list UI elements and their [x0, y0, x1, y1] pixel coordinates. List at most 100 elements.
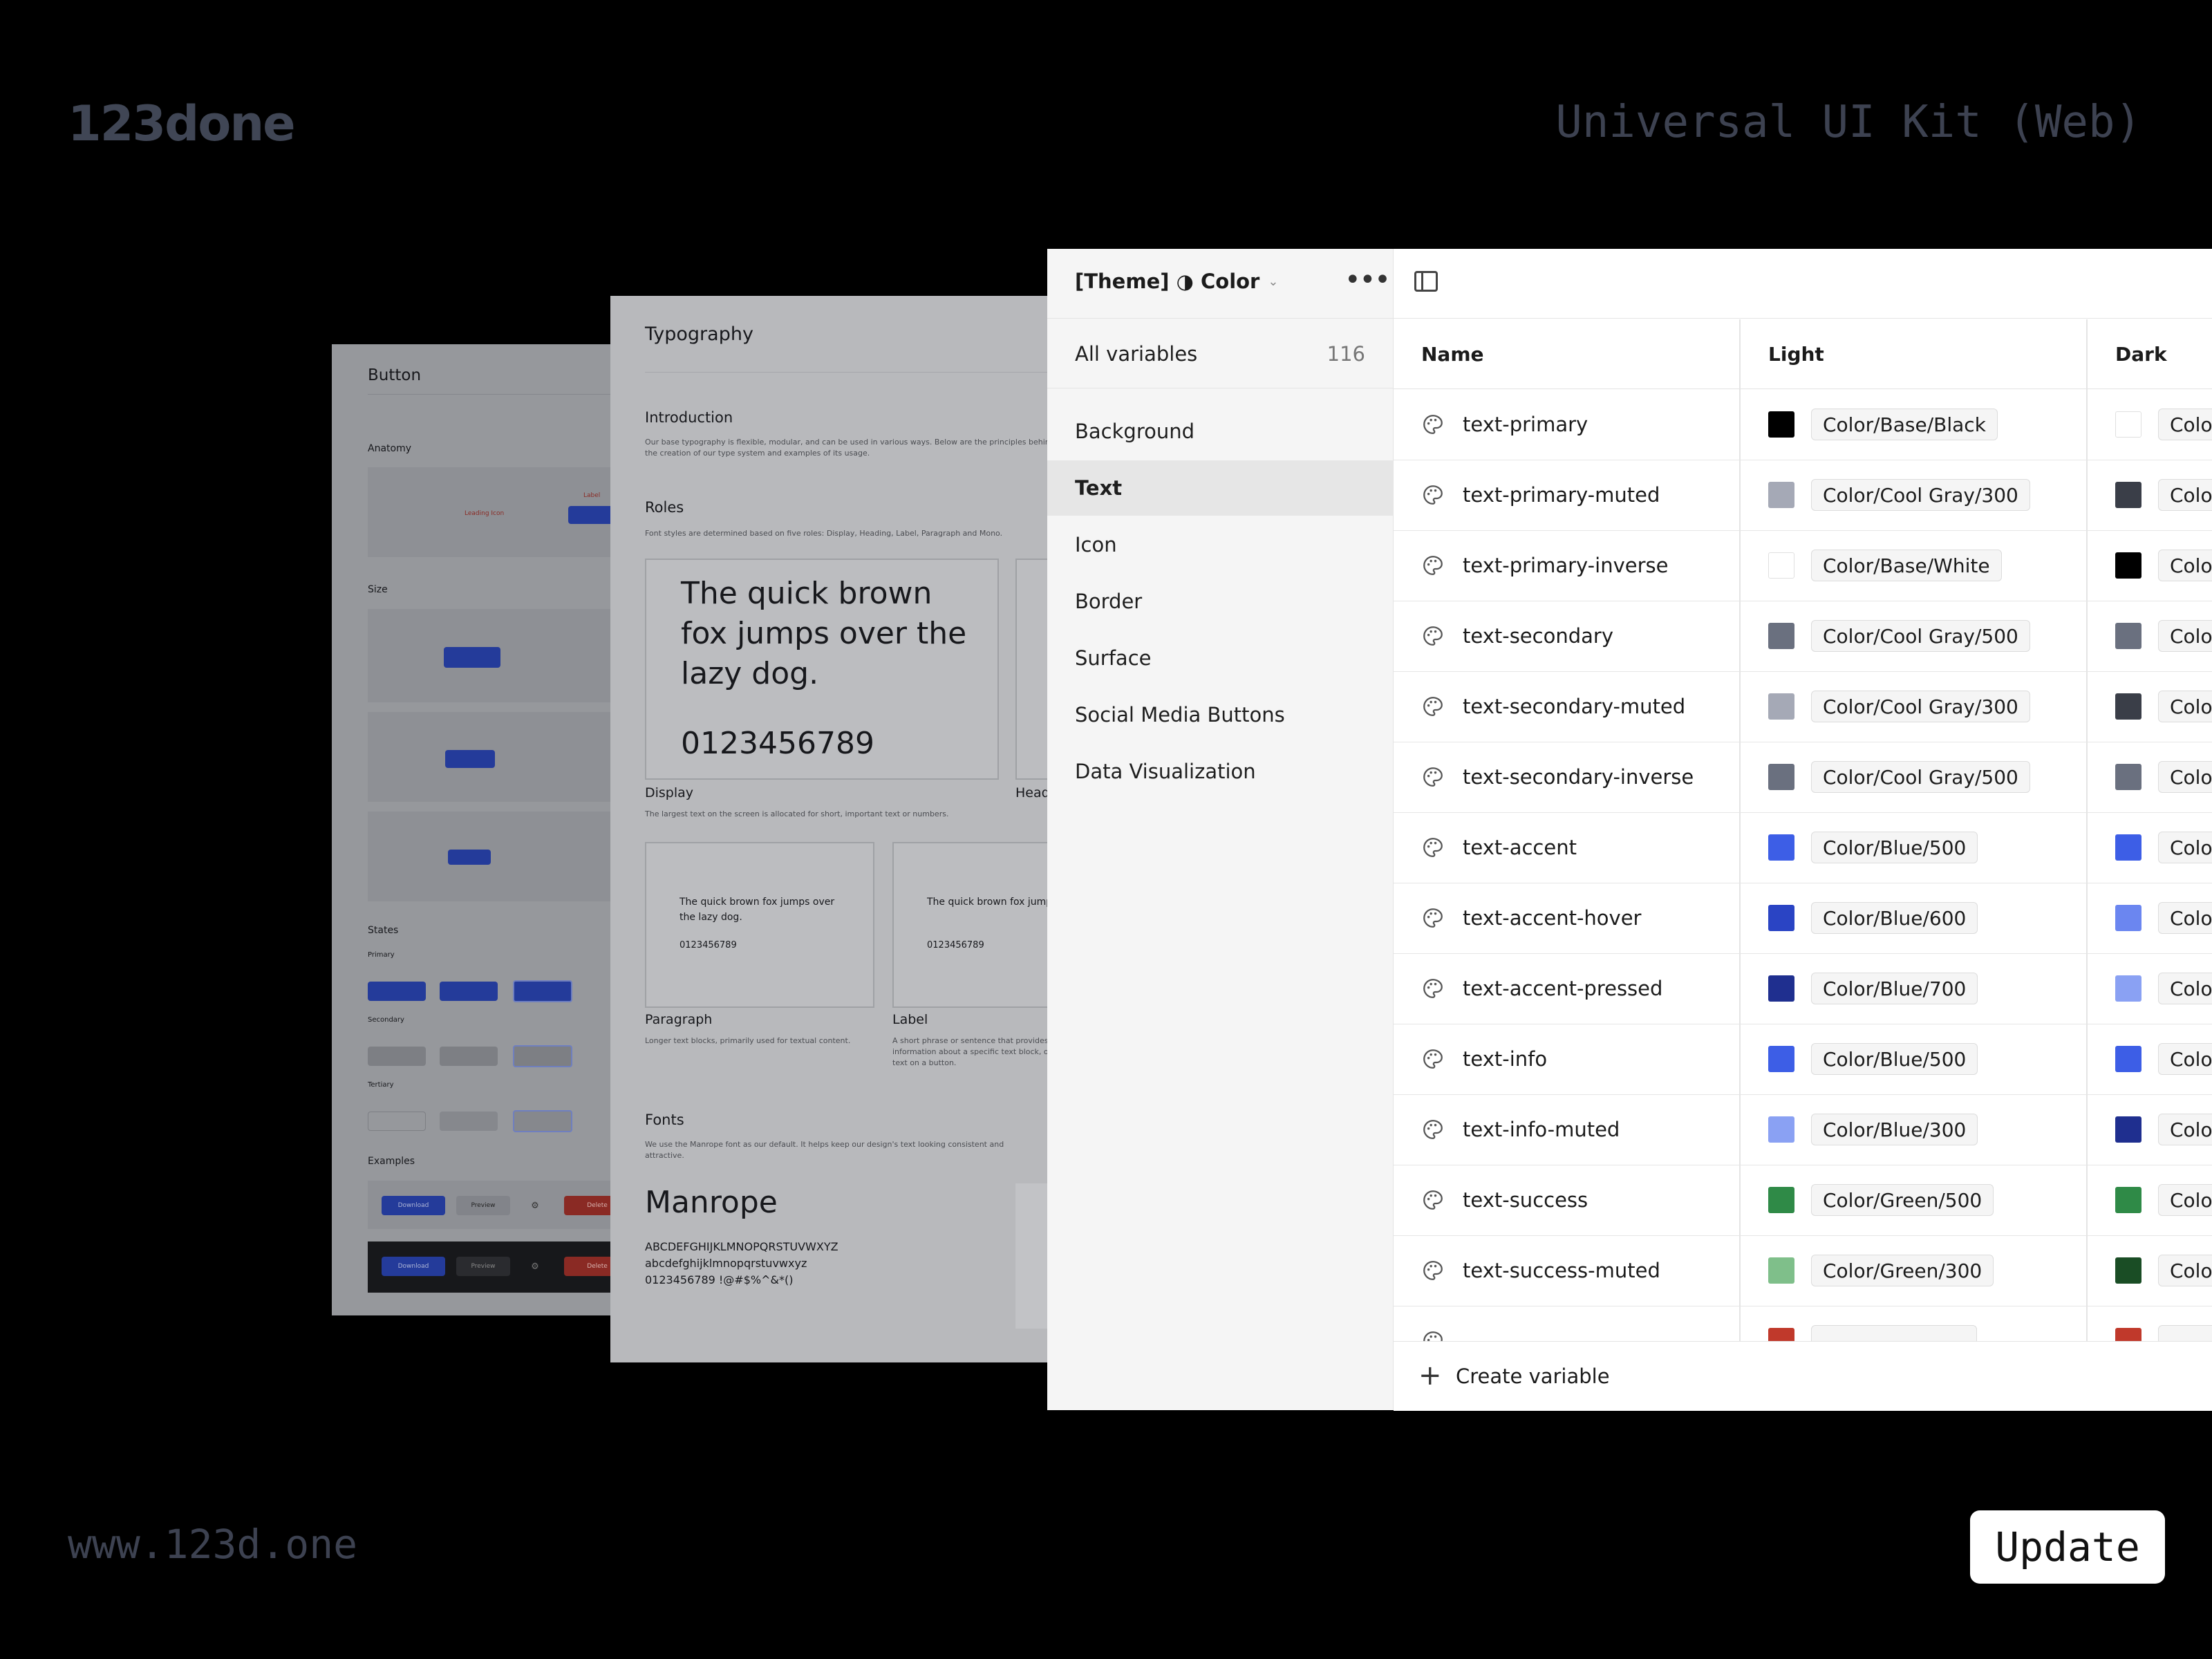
- table-row[interactable]: text-info-muted Color/Blue/300 Color: [1394, 1094, 2212, 1165]
- dark-value-pill[interactable]: Color: [2158, 973, 2212, 1004]
- table-row[interactable]: text-success Color/Green/500 Color: [1394, 1165, 2212, 1236]
- sidebar-item-border[interactable]: Border: [1047, 574, 1393, 629]
- light-value-pill[interactable]: Color/Green/500: [1811, 1184, 1994, 1216]
- light-value-pill[interactable]: Color/Blue/300: [1811, 1114, 1978, 1145]
- light-color-swatch: [1768, 411, 1794, 438]
- variable-name[interactable]: text-success-muted: [1463, 1235, 1660, 1306]
- table-row[interactable]: text-primary Color/Base/Black Color: [1394, 389, 2212, 460]
- sidebar-item-social-media-buttons[interactable]: Social Media Buttons: [1047, 687, 1393, 742]
- variable-name[interactable]: text-secondary-muted: [1463, 671, 1685, 742]
- light-value-pill[interactable]: Color/Blue/700: [1811, 973, 1978, 1004]
- table-row[interactable]: [1394, 1306, 2212, 1343]
- dark-value-pill[interactable]: Color: [2158, 761, 2212, 793]
- variable-name[interactable]: text-success: [1463, 1165, 1588, 1235]
- font-digits-symbols: 0123456789 !@#$%^&*(): [645, 1273, 794, 1286]
- light-value-pill[interactable]: Color/Cool Gray/300: [1811, 479, 2030, 511]
- variable-name[interactable]: text-accent-hover: [1463, 883, 1641, 953]
- light-value-pill[interactable]: Color/Blue/500: [1811, 1043, 1978, 1075]
- examples-heading: Examples: [368, 1156, 415, 1167]
- table-row[interactable]: text-secondary-inverse Color/Cool Gray/50…: [1394, 742, 2212, 813]
- size-panel-medium: [368, 712, 630, 802]
- light-color-swatch: [1768, 975, 1794, 1002]
- create-variable-button[interactable]: + Create variable: [1394, 1341, 2212, 1411]
- dark-value-pill[interactable]: Color: [2158, 620, 2212, 652]
- dark-value-pill[interactable]: Color: [2158, 691, 2212, 722]
- primary-label: Primary: [368, 951, 395, 959]
- light-value-pill[interactable]: Color/Base/White: [1811, 550, 2002, 581]
- palette-icon: [1421, 906, 1445, 930]
- variable-name[interactable]: text-accent: [1463, 812, 1577, 883]
- dark-value-pill[interactable]: Color: [2158, 902, 2212, 934]
- variable-name[interactable]: text-primary-inverse: [1463, 530, 1668, 601]
- light-color-swatch: [1768, 1257, 1794, 1284]
- dark-value-pill[interactable]: Color: [2158, 550, 2212, 581]
- table-row[interactable]: text-accent-pressed Color/Blue/700 Color: [1394, 953, 2212, 1024]
- primary-focus-button: [513, 980, 572, 1002]
- collection-selector[interactable]: [Theme] ◑ Color ⌄: [1075, 270, 1278, 293]
- dark-value-pill[interactable]: Color: [2158, 409, 2212, 440]
- variable-name[interactable]: text-secondary-inverse: [1463, 742, 1694, 812]
- label-sample-digits: 0123456789: [927, 940, 984, 950]
- website-url[interactable]: www.123d.one: [68, 1521, 357, 1568]
- dark-color-swatch: [2115, 552, 2141, 579]
- dark-value-pill[interactable]: Color: [2158, 1255, 2212, 1286]
- variable-name[interactable]: text-info: [1463, 1024, 1547, 1094]
- light-color-swatch: [1768, 552, 1794, 579]
- light-value-pill[interactable]: Color/Blue/500: [1811, 832, 1978, 863]
- anatomy-panel: Leading Icon Label: [368, 467, 630, 557]
- roles-heading: Roles: [645, 499, 684, 516]
- settings-icon: ⚙: [531, 1200, 539, 1211]
- palette-icon: [1421, 624, 1445, 648]
- dark-value-pill[interactable]: Color: [2158, 1184, 2212, 1216]
- table-body: text-primaryColor/Base/BlackColortext-pr…: [1394, 389, 2212, 1343]
- examples-dark-panel: Download Preview ⚙ Delete: [368, 1241, 630, 1293]
- variable-name[interactable]: text-primary: [1463, 389, 1588, 460]
- sidebar-item-data-visualization[interactable]: Data Visualization: [1047, 744, 1393, 799]
- sidebar-item-text[interactable]: Text: [1047, 460, 1393, 516]
- paragraph-description: Longer text blocks, primarily used for t…: [645, 1036, 851, 1045]
- table-row[interactable]: text-accent Color/Blue/500 Color: [1394, 812, 2212, 883]
- example-download-button: Download: [382, 1257, 445, 1276]
- dark-value-pill[interactable]: Color: [2158, 1114, 2212, 1145]
- sidebar-item-label: Text: [1075, 476, 1123, 500]
- light-value-pill[interactable]: Color/Base/Black: [1811, 409, 1998, 440]
- table-row[interactable]: text-primary-muted Color/Cool Gray/300 Col…: [1394, 460, 2212, 531]
- sidebar-item-label: Icon: [1075, 533, 1117, 556]
- dark-value-pill[interactable]: Color: [2158, 1043, 2212, 1075]
- light-value-pill[interactable]: Color/Blue/600: [1811, 902, 1978, 934]
- toggle-sidebar-icon[interactable]: [1414, 271, 1438, 292]
- table-row[interactable]: text-secondary Color/Cool Gray/500 Color: [1394, 601, 2212, 672]
- divider: [645, 372, 1060, 373]
- plus-icon: +: [1418, 1360, 1442, 1391]
- states-heading: States: [368, 925, 399, 936]
- sidebar-item-surface[interactable]: Surface: [1047, 630, 1393, 686]
- table-row[interactable]: text-primary-inverse Color/Base/White Colo…: [1394, 530, 2212, 601]
- table-row[interactable]: text-success-muted Color/Green/300 Color: [1394, 1235, 2212, 1306]
- sidebar-item-all-variables[interactable]: All variables 116: [1047, 319, 1393, 388]
- palette-icon: [1421, 765, 1445, 789]
- table-row[interactable]: text-secondary-muted Color/Cool Gray/300 C…: [1394, 671, 2212, 742]
- font-uppercase: ABCDEFGHIJKLMNOPQRSTUVWXYZ: [645, 1240, 838, 1253]
- sidebar-item-label: Border: [1075, 590, 1143, 613]
- variable-name[interactable]: text-info-muted: [1463, 1094, 1620, 1165]
- light-value-pill[interactable]: Color/Cool Gray/300: [1811, 691, 2030, 722]
- dark-value-pill[interactable]: Color: [2158, 479, 2212, 511]
- sidebar-item-label: Social Media Buttons: [1075, 703, 1285, 727]
- column-dark-header: Dark: [2115, 342, 2167, 366]
- table-row[interactable]: text-accent-hover Color/Blue/600 Color: [1394, 883, 2212, 954]
- variable-name[interactable]: text-secondary: [1463, 601, 1613, 671]
- table-row[interactable]: text-info Color/Blue/500 Color: [1394, 1024, 2212, 1095]
- secondary-enabled-button: [368, 1047, 426, 1066]
- light-value-pill[interactable]: Color/Cool Gray/500: [1811, 761, 2030, 793]
- variable-name[interactable]: text-accent-pressed: [1463, 953, 1662, 1024]
- more-options-icon[interactable]: •••: [1344, 264, 1391, 296]
- roles-text: Font styles are determined based on five…: [645, 529, 1003, 538]
- sidebar-item-background[interactable]: Background: [1047, 404, 1393, 459]
- paragraph-sample-text: The quick brown fox jumps over the lazy …: [679, 897, 835, 923]
- variable-name[interactable]: text-primary-muted: [1463, 460, 1660, 530]
- brand-logo: 123done: [68, 95, 296, 152]
- light-value-pill[interactable]: Color/Green/300: [1811, 1255, 1994, 1286]
- sidebar-item-icon[interactable]: Icon: [1047, 517, 1393, 572]
- dark-value-pill[interactable]: Color: [2158, 832, 2212, 863]
- light-value-pill[interactable]: Color/Cool Gray/500: [1811, 620, 2030, 652]
